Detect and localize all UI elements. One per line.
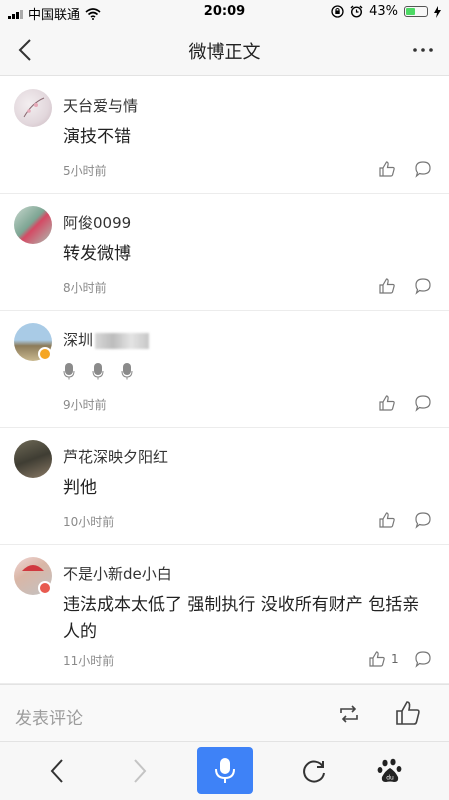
comment-icon[interactable] xyxy=(414,511,432,529)
comment-input[interactable]: 发表评论 xyxy=(15,704,83,729)
comment-item[interactable]: 天台爱与情 演技不错 5小时前 xyxy=(0,77,449,194)
battery-fill xyxy=(406,8,415,15)
comment-username[interactable]: 不是小新de小白 xyxy=(63,563,172,584)
like-icon[interactable] xyxy=(394,699,422,727)
comment-username[interactable]: 深圳 xyxy=(63,329,150,350)
mic-icon xyxy=(215,758,235,783)
avatar[interactable] xyxy=(14,89,52,127)
like-icon[interactable] xyxy=(368,650,386,668)
mic-icon xyxy=(121,363,133,380)
comment-text: 演技不错 xyxy=(63,127,131,147)
comment-text xyxy=(63,358,433,385)
comment-username[interactable]: 阿俊0099 xyxy=(63,212,131,233)
voice-search-button[interactable] xyxy=(197,747,253,794)
mic-icon xyxy=(63,363,75,380)
lock-rotation-icon xyxy=(331,5,344,18)
page-title: 微博正文 xyxy=(188,42,261,63)
avatar[interactable] xyxy=(14,440,52,478)
comment-item[interactable]: 芦花深映夕阳红 判他 10小时前 xyxy=(0,428,449,545)
refresh-icon[interactable] xyxy=(300,757,328,785)
forward-arrow-icon[interactable] xyxy=(125,757,153,785)
comment-text: 转发微博 xyxy=(63,244,131,264)
more-icon[interactable] xyxy=(409,36,437,64)
back-arrow-icon[interactable] xyxy=(44,757,72,785)
comment-time: 9小时前 xyxy=(63,398,107,412)
mic-icon xyxy=(92,363,104,380)
status-bar: 中国联通 20:09 43% xyxy=(0,0,449,24)
comment-icon[interactable] xyxy=(414,277,432,295)
baidu-paw-icon[interactable]: du xyxy=(376,757,404,785)
avatar[interactable] xyxy=(14,206,52,244)
like-icon[interactable] xyxy=(378,511,396,529)
browser-toolbar: du xyxy=(0,742,449,800)
comment-icon[interactable] xyxy=(414,160,432,178)
comment-username[interactable]: 天台爱与情 xyxy=(63,95,138,116)
comment-icon[interactable] xyxy=(414,650,432,668)
comment-input-bar: 发表评论 xyxy=(0,684,449,742)
repost-icon[interactable] xyxy=(336,701,362,727)
battery-icon xyxy=(404,6,428,17)
comment-time: 8小时前 xyxy=(63,281,107,295)
comment-item[interactable]: 不是小新de小白 违法成本太低了 强制执行 没收所有财产 包括亲人的 11小时前… xyxy=(0,545,449,684)
like-icon[interactable] xyxy=(378,277,396,295)
battery-percent: 43% xyxy=(369,4,398,19)
like-icon[interactable] xyxy=(378,394,396,412)
comment-list: 天台爱与情 演技不错 5小时前 阿俊0099 转发微博 8小时前 深圳 9小时前 xyxy=(0,77,449,684)
comment-text: 判他 xyxy=(63,478,97,498)
comment-icon[interactable] xyxy=(414,394,432,412)
comment-text: 违法成本太低了 强制执行 没收所有财产 包括亲人的 xyxy=(63,595,420,642)
verified-badge xyxy=(38,347,52,361)
like-count: 1 xyxy=(391,652,399,666)
pixelated-name xyxy=(95,332,150,349)
charging-icon xyxy=(434,5,441,18)
comment-item[interactable]: 深圳 9小时前 xyxy=(0,311,449,428)
comment-item[interactable]: 阿俊0099 转发微博 8小时前 xyxy=(0,194,449,311)
comment-username-text: 深圳 xyxy=(63,331,94,349)
comment-time: 10小时前 xyxy=(63,515,115,529)
svg-text:du: du xyxy=(386,775,394,782)
member-badge xyxy=(38,581,52,595)
comment-username[interactable]: 芦花深映夕阳红 xyxy=(63,446,168,467)
comment-time: 5小时前 xyxy=(63,164,107,178)
alarm-icon xyxy=(350,5,363,18)
nav-bar: 微博正文 xyxy=(0,24,449,76)
comment-time: 11小时前 xyxy=(63,654,115,668)
like-icon[interactable] xyxy=(378,160,396,178)
